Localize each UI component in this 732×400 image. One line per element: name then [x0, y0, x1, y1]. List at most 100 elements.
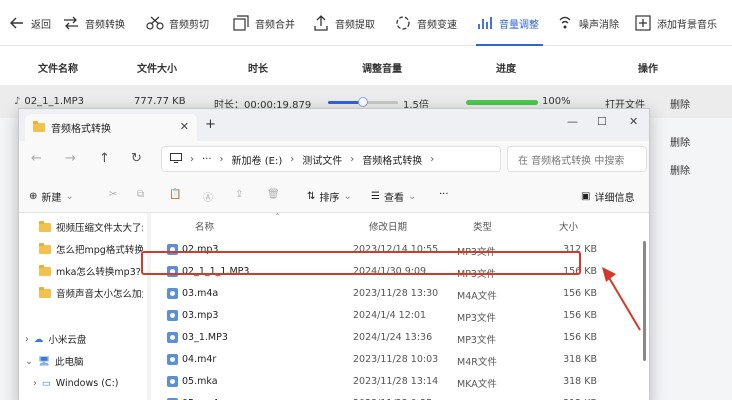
nav-back-icon[interactable]: ←	[31, 151, 42, 166]
close-window-icon[interactable]: ✕	[629, 115, 638, 128]
file-row[interactable]: 03.m4a 2023/11/28 13:30 M4A文件 156 KB	[163, 283, 637, 305]
file-name-cell: 03.m4a	[167, 288, 218, 299]
tab-volume-adjust[interactable]: 音量调整	[476, 0, 543, 46]
file-size: 318 KB	[563, 354, 597, 365]
sort-label: 排序	[319, 193, 340, 204]
explorer-commandbar: ⊕ 新建 ⌄ ✂ ⧉ 📋 Ⓐ ⇪ 🗑 ⇅ 排序 ⌄ ☰ 查看 ⌄ ··· ▣ 详…	[19, 179, 649, 213]
sidebar-folder[interactable]: mka怎么转换mp3?	[19, 261, 143, 281]
tab-label: 音频转换	[85, 19, 125, 31]
delete-icon[interactable]: 🗑	[267, 189, 280, 200]
convert-icon	[62, 14, 80, 32]
search-input[interactable]: 在 音频格式转换 中搜索	[507, 146, 647, 172]
new-tab-button[interactable]: +	[205, 117, 216, 132]
sidebar-folder[interactable]: 怎么把mpg格式转换	[19, 239, 143, 259]
refresh-icon[interactable]: ↻	[131, 151, 142, 166]
new-button[interactable]: ⊕ 新建 ⌄	[29, 189, 74, 204]
sidebar-label: 小米云盘	[48, 335, 87, 346]
tab-audio-cut[interactable]: 音频剪切	[146, 0, 209, 46]
file-size: 318 KB	[563, 376, 597, 387]
details-label: 详细信息	[594, 193, 635, 204]
back-button[interactable]: 返回	[8, 0, 51, 46]
sort-icon: ⇅	[307, 191, 316, 202]
tab-audio-extract[interactable]: 音频提取	[312, 0, 375, 46]
sidebar-label: 怎么把mpg格式转换	[56, 245, 143, 256]
rename-icon[interactable]: Ⓐ	[203, 189, 213, 204]
chevron-down-icon: ⌄	[65, 191, 74, 202]
file-name-cell: ♪ 02_1_1.MP3	[14, 96, 84, 107]
file-name-cell: 05.mka	[167, 376, 218, 387]
sort-button[interactable]: ⇅ 排序 ⌄	[307, 189, 352, 204]
breadcrumb-item[interactable]: 音频格式转换	[362, 152, 422, 167]
file-name-cell: 03.mp3	[167, 310, 218, 321]
file-name: 02_1_1.MP3	[24, 96, 85, 107]
tab-add-bgm[interactable]: 添加背景音乐	[634, 0, 717, 46]
audio-file-icon	[167, 332, 178, 343]
explorer-titlebar: 音频格式转换 ✕ + — ☐ ✕	[19, 109, 649, 141]
file-row[interactable]: 03_1.MP3 2024/1/24 13:36 MP3文件 156 KB	[163, 327, 637, 349]
cut-icon[interactable]: ✂	[109, 189, 117, 200]
tab-audio-speed[interactable]: 音频变速	[394, 0, 457, 46]
highlight-box	[141, 251, 581, 275]
file-row[interactable]: 05.mka 2023/11/28 13:14 MKA文件 318 KB	[163, 371, 637, 393]
tab-label: 音频剪切	[169, 19, 209, 31]
column-header-date[interactable]: 修改日期	[369, 219, 407, 233]
breadcrumb-item[interactable]: 新加卷 (E:)	[232, 152, 283, 167]
file-row[interactable]: 03.mp3 2024/1/4 12:01 MP3文件 156 KB	[163, 305, 637, 327]
maximize-icon[interactable]: ☐	[597, 115, 607, 128]
minimize-icon[interactable]: —	[567, 115, 578, 128]
explorer-tab[interactable]: 音频格式转换 ✕	[25, 114, 197, 141]
sidebar-this-pc[interactable]: ⌄ 🖥 此电脑	[19, 351, 143, 371]
file-name: 03_1.MP3	[182, 332, 228, 343]
volume-slider[interactable]	[328, 97, 398, 107]
upload-icon	[312, 14, 330, 32]
chevron-down-icon: ⌄	[343, 191, 352, 202]
sidebar-folder[interactable]: 视频压缩文件太大了怎	[19, 217, 143, 237]
sidebar-label: 视频压缩文件太大了怎	[56, 223, 143, 234]
nav-up-icon[interactable]: ↑	[99, 151, 110, 166]
paste-icon[interactable]: 📋	[169, 189, 181, 200]
file-date: 2023/11/28 10:03	[353, 354, 439, 365]
explorer-tab-title: 音频格式转换	[51, 124, 111, 135]
details-button[interactable]: ▣ 详细信息	[581, 189, 634, 204]
breadcrumb-more[interactable]: ···	[202, 154, 212, 165]
address-bar[interactable]: › ··· › 新加卷 (E:) › 测试文件 › 音频格式转换 ›	[161, 146, 501, 172]
file-type: M4A文件	[457, 291, 497, 302]
sidebar-drive-c[interactable]: › ▭ Windows (C:)	[19, 373, 143, 393]
file-size: 156 KB	[563, 332, 597, 343]
sidebar-cloud[interactable]: › ☁ 小米云盘	[19, 329, 143, 349]
tab-noise-removal[interactable]: 噪声消除	[556, 0, 619, 46]
chevron-right-icon: ›	[350, 153, 355, 165]
file-row[interactable]: 05.mp42023/11/22 9:35MP4文件312 KB	[163, 393, 637, 400]
close-tab-icon[interactable]: ✕	[180, 120, 189, 133]
audio-file-icon	[167, 354, 178, 365]
delete-link[interactable]: 删除	[670, 96, 690, 111]
col-duration: 时长	[248, 64, 268, 75]
chevron-right-icon: ›	[430, 153, 435, 165]
nav-forward-icon[interactable]: →	[65, 151, 76, 166]
delete-link[interactable]: 删除	[670, 134, 690, 149]
column-header-name[interactable]: 名称	[195, 219, 214, 233]
file-size: 156 KB	[563, 310, 597, 321]
copy-icon[interactable]: ⧉	[137, 189, 144, 200]
delete-link[interactable]: 删除	[670, 162, 690, 177]
new-label: 新建	[41, 193, 62, 204]
column-header-size[interactable]: 大小	[559, 219, 578, 233]
tab-audio-merge[interactable]: 音频合并	[232, 0, 295, 46]
column-header-type[interactable]: 类型	[473, 219, 492, 233]
sidebar-folder[interactable]: 音频声音太小怎么加大	[19, 283, 143, 303]
share-icon[interactable]: ⇪	[235, 189, 243, 200]
sort-up-icon: ˆ	[275, 213, 280, 224]
file-row[interactable]: 04.m4r 2023/11/28 10:03 M4R文件 318 KB	[163, 349, 637, 371]
collapse-chevron-icon: ⌄	[25, 355, 33, 367]
folder-icon	[33, 121, 45, 132]
view-button[interactable]: ☰ 查看 ⌄	[371, 189, 416, 204]
col-file-size: 文件大小	[137, 64, 177, 75]
volume-slider-handle[interactable]	[358, 97, 368, 107]
arrow-left-icon	[8, 14, 26, 32]
folder-icon	[39, 264, 51, 276]
tab-audio-convert[interactable]: 音频转换	[62, 0, 125, 46]
more-options-button[interactable]: ···	[439, 189, 449, 200]
scissors-icon	[146, 14, 164, 32]
file-name: 03.m4a	[182, 288, 219, 299]
breadcrumb-item[interactable]: 测试文件	[302, 152, 342, 167]
